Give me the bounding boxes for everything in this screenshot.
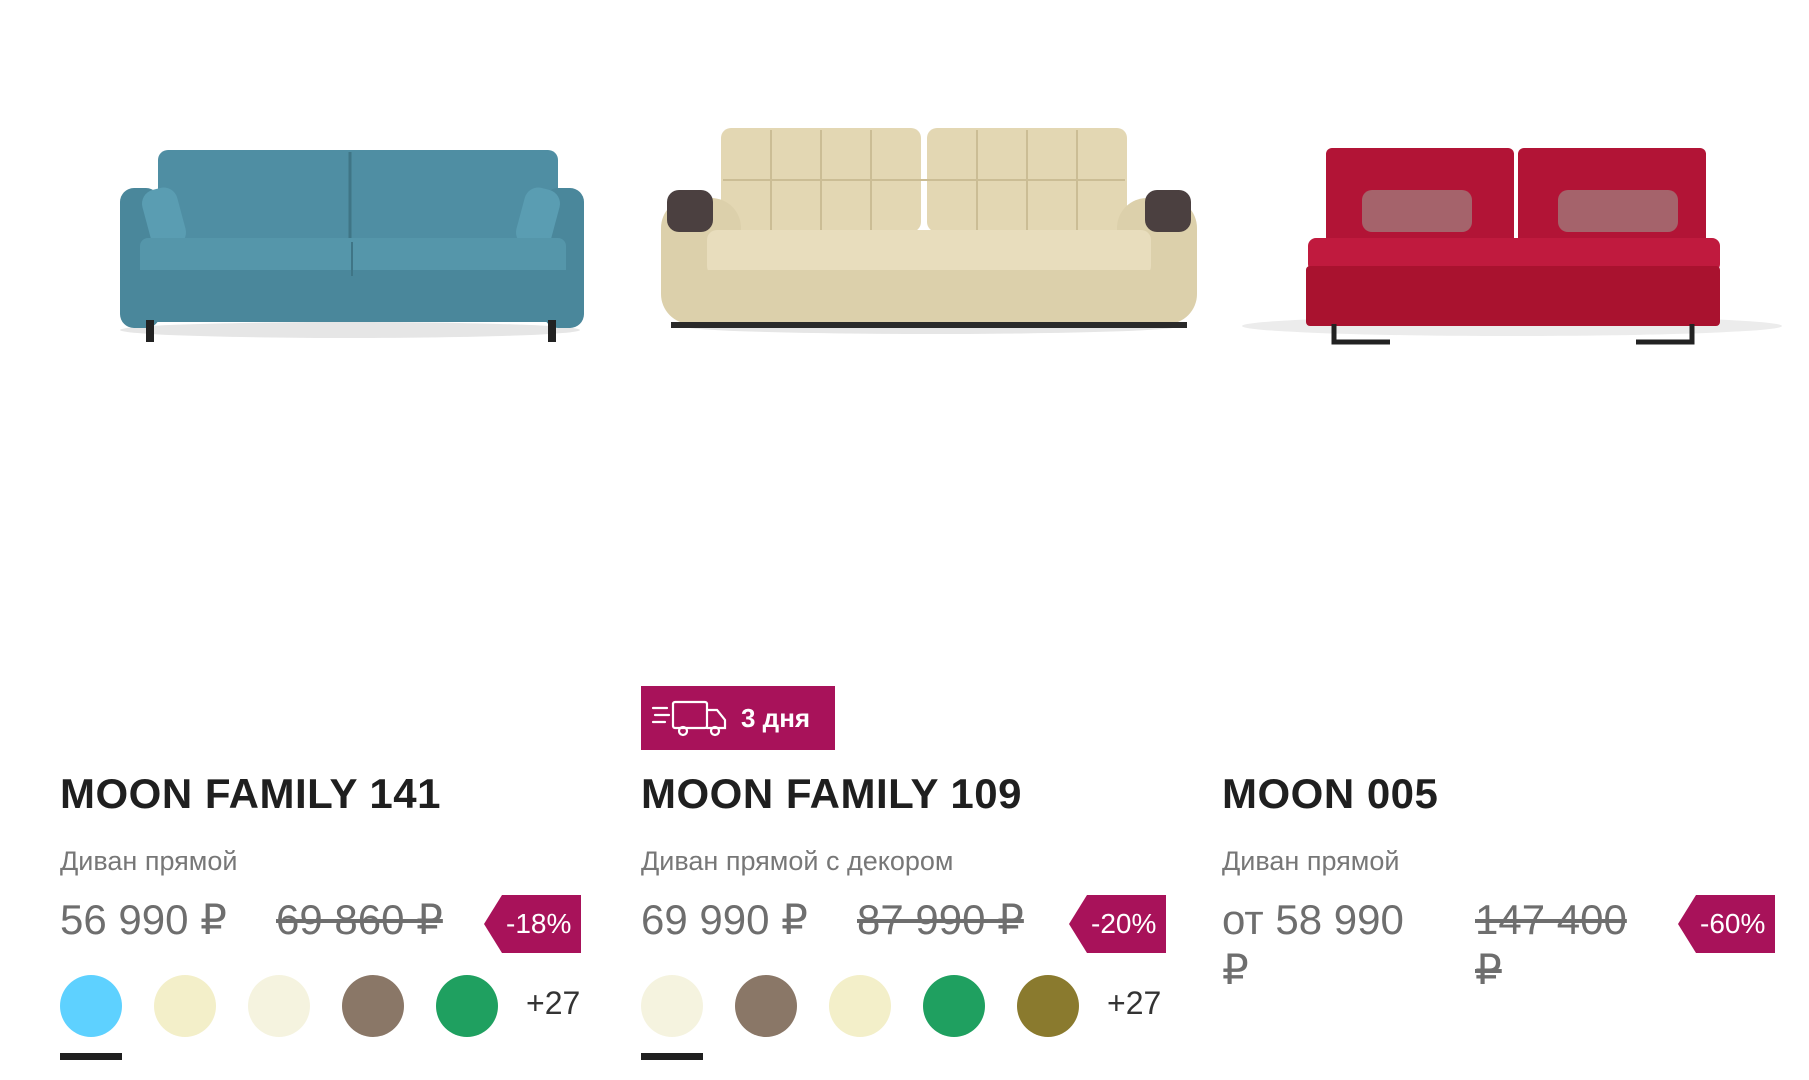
product-title[interactable]: MOON 005 bbox=[1222, 770, 1438, 818]
current-price: 56 990 ₽ bbox=[60, 896, 227, 943]
discount-badge: -60% bbox=[1678, 895, 1776, 953]
discount-badge: -18% bbox=[484, 895, 582, 953]
more-colors-link[interactable]: +27 bbox=[1107, 985, 1161, 1022]
product-type: Диван прямой bbox=[1222, 846, 1400, 876]
discount-badge: -20% bbox=[1069, 895, 1167, 953]
product-card-moon-family-141[interactable]: MOON FAMILY 141 Диван прямой 56 990 ₽ 69… bbox=[60, 0, 640, 1080]
product-type: Диван прямой с декором bbox=[641, 846, 954, 876]
product-title[interactable]: MOON FAMILY 141 bbox=[60, 770, 441, 818]
color-swatch-cream[interactable] bbox=[154, 975, 216, 1037]
color-swatch-olive[interactable] bbox=[1017, 975, 1079, 1037]
delivery-badge: 3 дня bbox=[641, 686, 835, 750]
old-price: 147 400 ₽ bbox=[1475, 896, 1627, 993]
delivery-truck-icon bbox=[651, 700, 727, 737]
product-image-sofa-red[interactable] bbox=[1222, 70, 1802, 370]
price-row: от 58 990 ₽ 147 400 ₽ -60% bbox=[1222, 895, 1802, 995]
old-price: 69 860 ₽ bbox=[276, 896, 443, 943]
delivery-badge-text: 3 дня bbox=[741, 702, 811, 733]
color-swatches: +27 bbox=[641, 975, 1221, 1065]
old-price: 87 990 ₽ bbox=[857, 896, 1024, 943]
color-swatch-cream[interactable] bbox=[829, 975, 891, 1037]
product-card-moon-family-109[interactable]: 3 дня MOON FAMILY 109 Диван прямой с дек… bbox=[641, 0, 1221, 1080]
product-title[interactable]: MOON FAMILY 109 bbox=[641, 770, 1022, 818]
color-swatch-ivory[interactable] bbox=[248, 975, 310, 1037]
more-colors-link[interactable]: +27 bbox=[526, 985, 580, 1022]
color-swatch-light-blue[interactable] bbox=[60, 975, 122, 1060]
color-swatch-green[interactable] bbox=[436, 975, 498, 1037]
color-swatch-taupe[interactable] bbox=[735, 975, 797, 1037]
color-swatch-green[interactable] bbox=[923, 975, 985, 1037]
color-swatch-ivory[interactable] bbox=[641, 975, 703, 1060]
product-image-sofa-beige[interactable] bbox=[641, 70, 1221, 370]
product-grid: MOON FAMILY 141 Диван прямой 56 990 ₽ 69… bbox=[0, 0, 1809, 1080]
product-card-moon-005[interactable]: MOON 005 Диван прямой от 58 990 ₽ 147 40… bbox=[1222, 0, 1802, 1080]
current-price: от 58 990 ₽ bbox=[1222, 896, 1404, 993]
product-image-sofa-blue[interactable] bbox=[60, 70, 640, 370]
current-price: 69 990 ₽ bbox=[641, 896, 808, 943]
product-type: Диван прямой bbox=[60, 846, 238, 876]
color-swatch-taupe[interactable] bbox=[342, 975, 404, 1037]
color-swatches: +27 bbox=[60, 975, 640, 1065]
